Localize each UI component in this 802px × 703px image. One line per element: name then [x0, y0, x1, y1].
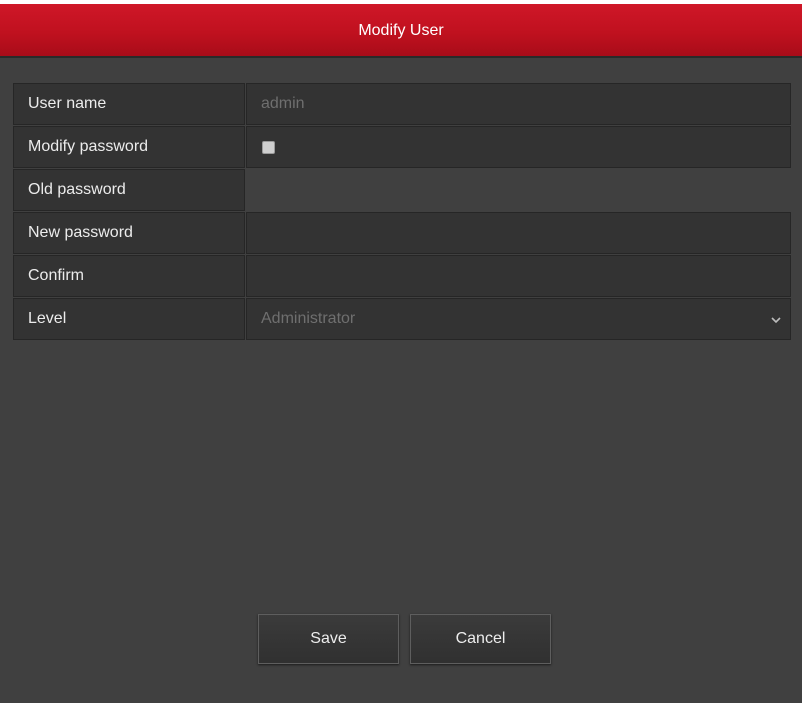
- level-label: Level: [13, 298, 245, 340]
- level-select[interactable]: Administrator: [246, 298, 791, 340]
- modify-user-dialog: Modify User User name admin Modify passw…: [0, 0, 802, 703]
- dialog-title: Modify User: [358, 22, 444, 39]
- save-button[interactable]: Save: [258, 614, 399, 664]
- old-password-label: Old password: [13, 169, 245, 211]
- new-password-label: New password: [13, 212, 245, 254]
- row-confirm: Confirm: [13, 255, 791, 297]
- row-user-name: User name admin: [13, 83, 791, 125]
- user-name-field: admin: [246, 83, 791, 125]
- row-modify-password: Modify password: [13, 126, 791, 168]
- user-name-label: User name: [13, 83, 245, 125]
- cancel-button[interactable]: Cancel: [410, 614, 551, 664]
- chevron-down-icon: [771, 317, 781, 324]
- new-password-field[interactable]: [246, 212, 791, 254]
- modify-password-checkbox[interactable]: [262, 141, 275, 154]
- row-new-password: New password: [13, 212, 791, 254]
- row-level: Level Administrator: [13, 298, 791, 340]
- old-password-field: [246, 169, 791, 211]
- modify-password-label: Modify password: [13, 126, 245, 168]
- confirm-password-field[interactable]: [246, 255, 791, 297]
- row-old-password: Old password: [13, 169, 791, 211]
- level-value: Administrator: [261, 310, 356, 327]
- confirm-label: Confirm: [13, 255, 245, 297]
- modify-password-cell: [246, 126, 791, 168]
- title-bar: Modify User: [0, 4, 802, 58]
